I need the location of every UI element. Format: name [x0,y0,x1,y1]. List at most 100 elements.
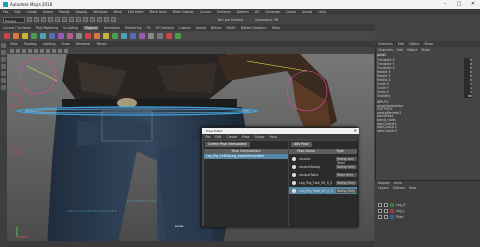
pose-menu-shape[interactable]: Shape [255,135,265,139]
pose-type-dropdown[interactable]: Twist Only [336,172,357,177]
layer-visibility-toggle[interactable] [378,214,382,219]
eye-icon[interactable] [292,164,296,169]
eye-icon[interactable] [292,172,296,177]
maximize-button[interactable]: □ [452,0,466,9]
menu-surfaces[interactable]: Surfaces [217,10,231,14]
channel-tab-edit[interactable]: Edit [398,42,404,46]
channel-value[interactable]: 1 [464,86,472,90]
layer-menu-layers[interactable]: Layers [378,186,389,190]
channel-row[interactable]: Translate X 0 [377,58,472,62]
hud-icon[interactable] [64,48,68,53]
parent-constraint-icon[interactable] [103,33,109,39]
shelf-tab-custom[interactable]: Custom [178,26,190,30]
shelf-tab-rendering[interactable]: Rendering [125,26,141,30]
menu-mesh-tools[interactable]: Mesh Tools [150,10,167,14]
shelf-tab-mash[interactable]: MASH [226,26,235,30]
layer-playback-toggle[interactable] [384,208,388,213]
bind-skin-icon[interactable] [22,33,28,39]
channel-menu-edit[interactable]: Edit [397,48,403,52]
menu-deform[interactable]: Deform [237,10,249,14]
shadows-icon[interactable] [46,48,50,53]
channel-menu-show[interactable]: Show [421,48,430,52]
menu-curves[interactable]: Curves [200,10,211,14]
snap-point-icon[interactable] [97,17,102,22]
constraint-icon[interactable] [40,33,46,39]
save-scene-icon[interactable] [41,17,46,22]
layer-row[interactable]: Pose [378,214,468,219]
menu-set-selector[interactable]: Rigging [3,16,25,23]
channel-menu-object[interactable]: Object [407,48,417,52]
channel-menu-channels[interactable]: Channels [378,48,393,52]
channel-row[interactable]: Rotate Y 0 [377,74,472,78]
select-component-icon[interactable] [76,17,81,22]
rotate-tool-icon[interactable] [1,71,6,76]
layer-menu-options[interactable]: Options [393,186,405,190]
close-window-button[interactable]: ✕ [466,0,480,9]
pose-row[interactable]: neutralTwist Twist Only [289,171,357,178]
paint-select-icon[interactable] [1,57,6,62]
channel-tab-object[interactable]: Object [409,42,419,46]
scale-tool-icon[interactable] [1,78,6,83]
channel-value[interactable]: on [464,94,472,98]
muscle-icon[interactable] [175,33,181,39]
add-pose-button[interactable]: Add Pose [291,142,312,147]
menu-mesh[interactable]: Mesh [114,10,122,14]
pose-editor-icon[interactable] [112,33,118,39]
joint-tool-icon[interactable] [4,33,10,39]
pose-row[interactable]: neutralSwing Swing Only [289,163,357,170]
channel-value[interactable]: 0 [464,58,472,62]
shelf-tab-fx[interactable]: FX [147,26,151,30]
minimize-button[interactable]: – [438,0,452,9]
layer-menu-help[interactable]: Help [409,186,416,190]
blendshape-icon[interactable] [67,33,73,39]
pose-row[interactable]: Leg_Rig_Side_90_0_0 Swing Only [289,187,357,194]
layer-color-swatch[interactable] [390,208,394,213]
shelf-tab-curves-surfaces[interactable]: Curves / Surfaces [3,26,31,30]
viewport-menu-view[interactable]: View [10,42,18,46]
skeleton-icon[interactable] [166,33,172,39]
layer-color-swatch[interactable] [390,202,394,207]
menu-cache[interactable]: Cache [286,10,296,14]
viewport-menu-shading[interactable]: Shading [24,42,37,46]
wireframe-icon[interactable] [22,48,26,53]
channel-row[interactable]: Rotate Z 0 [377,78,472,82]
orient-constraint-icon[interactable] [94,33,100,39]
layer-color-swatch[interactable] [390,214,394,219]
channel-value[interactable]: 1 [464,90,472,94]
menu-edit[interactable]: Edit [14,10,20,14]
channel-row[interactable]: Scale X 1 [377,82,472,86]
interpolator-row[interactable]: Leg_Rig_LeftUpLeg_poseInterpolator [204,154,288,159]
pose-type-dropdown[interactable]: Swing Only [336,188,357,193]
time-slider[interactable] [7,241,374,247]
grid-icon[interactable] [16,48,20,53]
shelf-tab-fx-caching[interactable]: FX Caching [156,26,174,30]
eye-icon[interactable] [292,180,296,185]
pose-menu-edit[interactable]: Edit [215,135,221,139]
menu-generate[interactable]: Generate [265,10,280,14]
channel-row[interactable]: Scale Z 1 [377,90,472,94]
channel-value[interactable]: 1 [464,82,472,86]
shelf-tab-motion-graphics[interactable]: Motion Graphics [241,26,267,30]
pose-row[interactable]: neutral Swing and Twist [289,155,357,165]
pose-menu-create[interactable]: Create [227,135,238,139]
isolate-icon[interactable] [58,48,62,53]
menu-select[interactable]: Select [43,10,53,14]
hik-icon[interactable] [139,33,145,39]
viewport-menu-panels[interactable]: Panels [97,42,107,46]
layer-row[interactable]: Leg_L [378,208,468,213]
wrap-icon[interactable] [157,33,163,39]
menu-arnold[interactable]: Arnold [302,10,312,14]
layer-visibility-toggle[interactable] [378,202,382,207]
menu-file[interactable]: File [3,10,8,14]
snap-grid-icon[interactable] [83,17,88,22]
snap-curve-icon[interactable] [90,17,95,22]
camera-icon[interactable] [10,48,14,53]
pose-menu-pose[interactable]: Pose [242,135,249,139]
create-pose-interpolator-button[interactable]: Create Pose Interpolator [205,142,250,147]
pose-row[interactable]: Leg_Rig_Fwd_90_0_0 Swing Only [289,179,357,186]
shelf-tab-poly-modeling[interactable]: Poly Modeling [36,26,58,30]
viewport-menu-lighting[interactable]: Lighting [43,42,56,46]
lasso-tool-icon[interactable] [1,50,6,55]
pose-menu-file[interactable]: File [205,135,210,139]
layer-visibility-toggle[interactable] [378,208,382,213]
